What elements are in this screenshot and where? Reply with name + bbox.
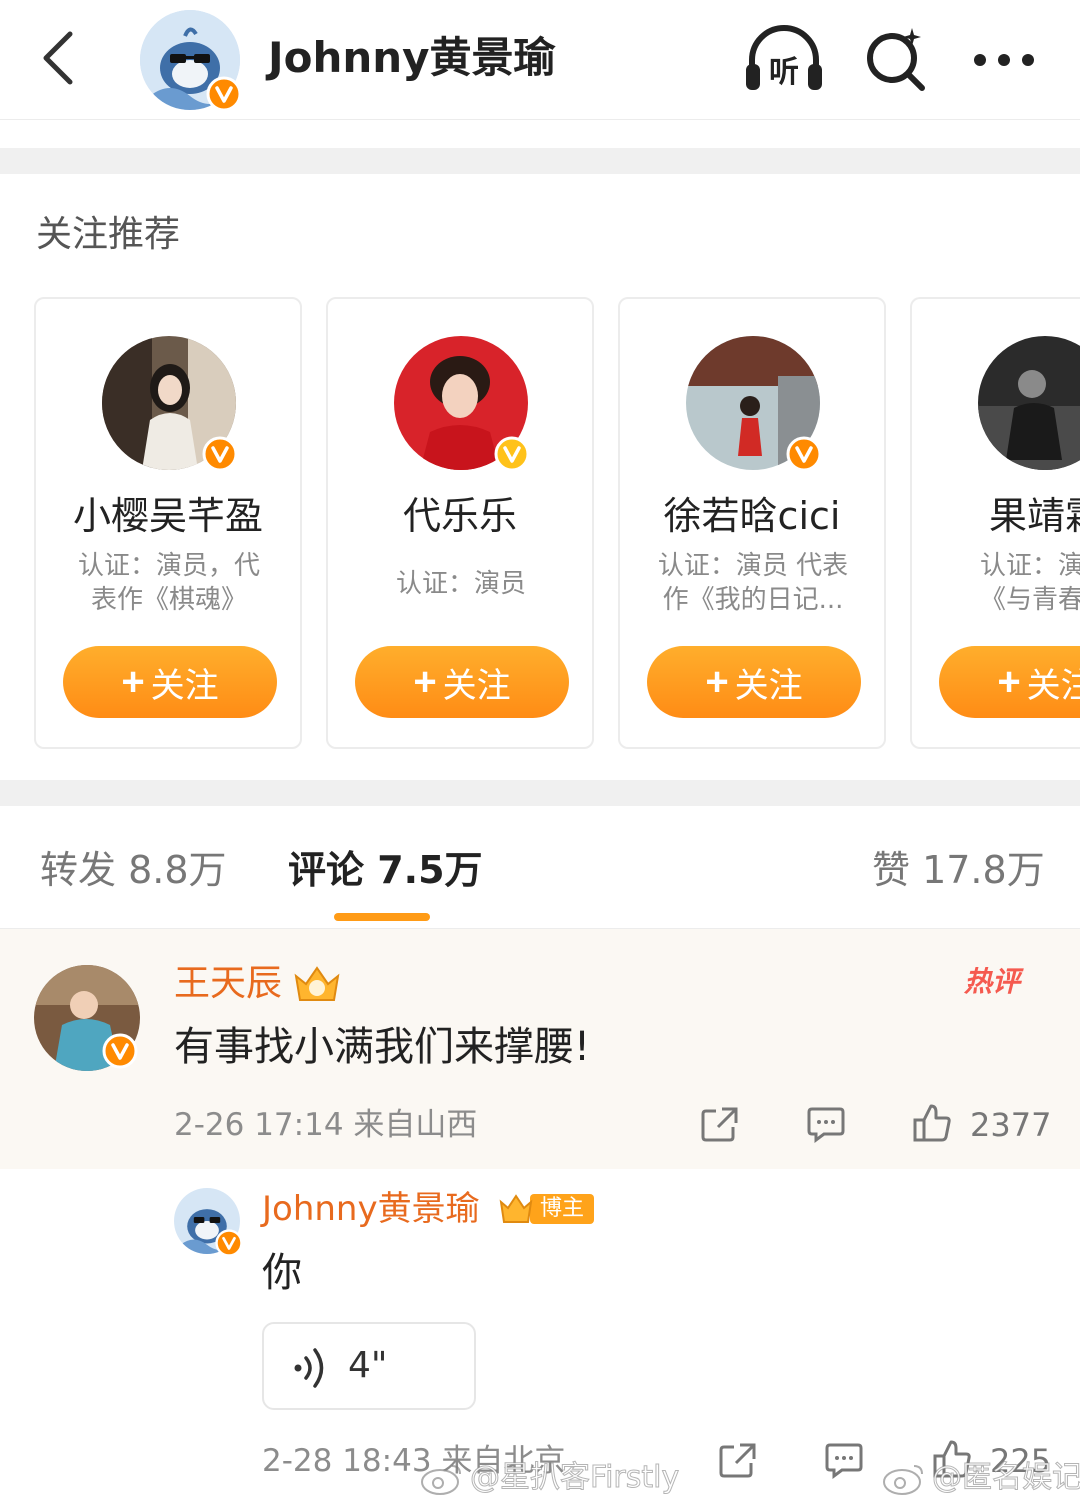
weibo-logo-icon <box>883 1465 923 1495</box>
recommend-card[interactable]: 代乐乐 认证：演员 + 关注 <box>326 297 594 749</box>
recommend-desc: 认证：演员，代 表作《棋魂》 <box>77 551 260 615</box>
watermark-text: @星扒客Firstly <box>469 1460 680 1496</box>
recommend-card[interactable]: 小樱吴芊盈 认证：演员，代 表作《棋魂》 + 关注 <box>34 297 302 749</box>
fan-crown-icon <box>292 962 342 1008</box>
follow-label: 关注 <box>150 666 219 705</box>
voice-duration: 4" <box>348 1345 388 1386</box>
voice-wave-icon <box>294 1348 324 1388</box>
hot-comment-badge: 热评 <box>964 965 1021 998</box>
search-button[interactable] <box>854 20 938 100</box>
verified-badge-icon <box>102 1033 138 1073</box>
recommend-desc: 认证：演员 《与青春有 <box>979 551 1080 615</box>
share-button[interactable] <box>716 1440 760 1480</box>
crown-icon <box>498 1192 534 1226</box>
share-button[interactable] <box>698 1104 742 1144</box>
follow-button[interactable]: +关注 <box>939 646 1080 718</box>
active-tab-indicator <box>334 913 430 921</box>
recommend-desc: 认证：演员 代表 作《我的日记... <box>657 551 849 615</box>
reply-text: 你 <box>262 1250 302 1296</box>
recommend-desc: 认证：演员 <box>395 569 526 599</box>
voice-message[interactable]: 4" <box>262 1322 476 1410</box>
comment-text: 有事找小满我们来撑腰! <box>174 1024 591 1070</box>
comment-author[interactable]: 王天辰 <box>174 960 282 1008</box>
share-icon <box>701 1107 738 1142</box>
reply-button[interactable] <box>804 1104 848 1144</box>
recommend-name: 代乐乐 <box>402 494 517 538</box>
plus-icon: + <box>705 659 729 704</box>
tab-comments[interactable]: 评论 7.5万 <box>288 842 483 898</box>
recommend-name: 徐若晗cici <box>663 494 841 538</box>
reply-button[interactable] <box>822 1440 866 1480</box>
recommend-card[interactable]: 徐若晗cici 认证：演员 代表 作《我的日记... + 关注 <box>618 297 886 749</box>
follow-button[interactable]: +关注 <box>355 646 569 718</box>
like-button[interactable] <box>910 1102 954 1144</box>
share-icon <box>719 1443 756 1478</box>
comment-bubble-icon <box>807 1107 845 1143</box>
recommend-name: 果靖霖 <box>988 494 1080 538</box>
reply-author[interactable]: Johnny黄景瑜 <box>262 1186 480 1232</box>
more-button[interactable] <box>962 20 1046 100</box>
follow-label: 关注 <box>1026 666 1080 705</box>
follow-button[interactable]: +关注 <box>647 646 861 718</box>
avatar[interactable] <box>978 336 1080 470</box>
plus-icon: + <box>121 659 145 704</box>
verified-badge-icon <box>215 1229 243 1261</box>
search-icon <box>867 28 925 91</box>
more-dots-icon <box>974 54 1034 66</box>
top-bar: Johnny黄景瑜 听 <box>0 0 1080 120</box>
comment-meta: 2-26 17:14 来自山西 <box>174 1107 478 1143</box>
section-divider <box>0 780 1080 806</box>
watermark: @星扒客Firstly <box>418 1458 680 1498</box>
follow-label: 关注 <box>734 666 803 705</box>
verified-badge-icon <box>494 436 530 476</box>
verified-badge-icon <box>202 436 238 476</box>
author-badge-label: 博主 <box>530 1194 595 1224</box>
verified-badge-icon <box>206 76 242 116</box>
chevron-left-icon <box>43 31 73 85</box>
page-title: Johnny黄景瑜 <box>268 33 556 82</box>
plus-icon: + <box>413 659 437 704</box>
headphones-icon: 听 <box>746 25 822 90</box>
verified-badge-icon <box>786 436 822 476</box>
recommend-card[interactable]: 果靖霖 认证：演员 《与青春有 +关注 <box>910 297 1080 749</box>
follow-label: 关注 <box>442 666 511 705</box>
back-button[interactable] <box>28 22 88 94</box>
weibo-logo-icon <box>421 1465 461 1495</box>
watermark-text: @匿名娱记 <box>932 1460 1080 1496</box>
plus-icon: + <box>997 659 1021 704</box>
tab-likes[interactable]: 赞 17.8万 <box>872 842 1045 898</box>
watermark: @匿名娱记 <box>880 1458 1080 1498</box>
recommend-title: 关注推荐 <box>36 214 181 255</box>
author-badge: 博主 <box>498 1192 595 1226</box>
thumbs-up-icon <box>913 1104 951 1142</box>
listen-button[interactable]: 听 <box>742 20 826 100</box>
like-count: 2377 <box>970 1106 1052 1144</box>
section-divider <box>0 148 1080 174</box>
listen-label: 听 <box>769 55 799 90</box>
tab-repost[interactable]: 转发 8.8万 <box>40 842 227 898</box>
recommend-name: 小樱吴芊盈 <box>72 494 263 538</box>
follow-button[interactable]: +关注 <box>63 646 277 718</box>
comment-bubble-icon <box>825 1443 863 1479</box>
